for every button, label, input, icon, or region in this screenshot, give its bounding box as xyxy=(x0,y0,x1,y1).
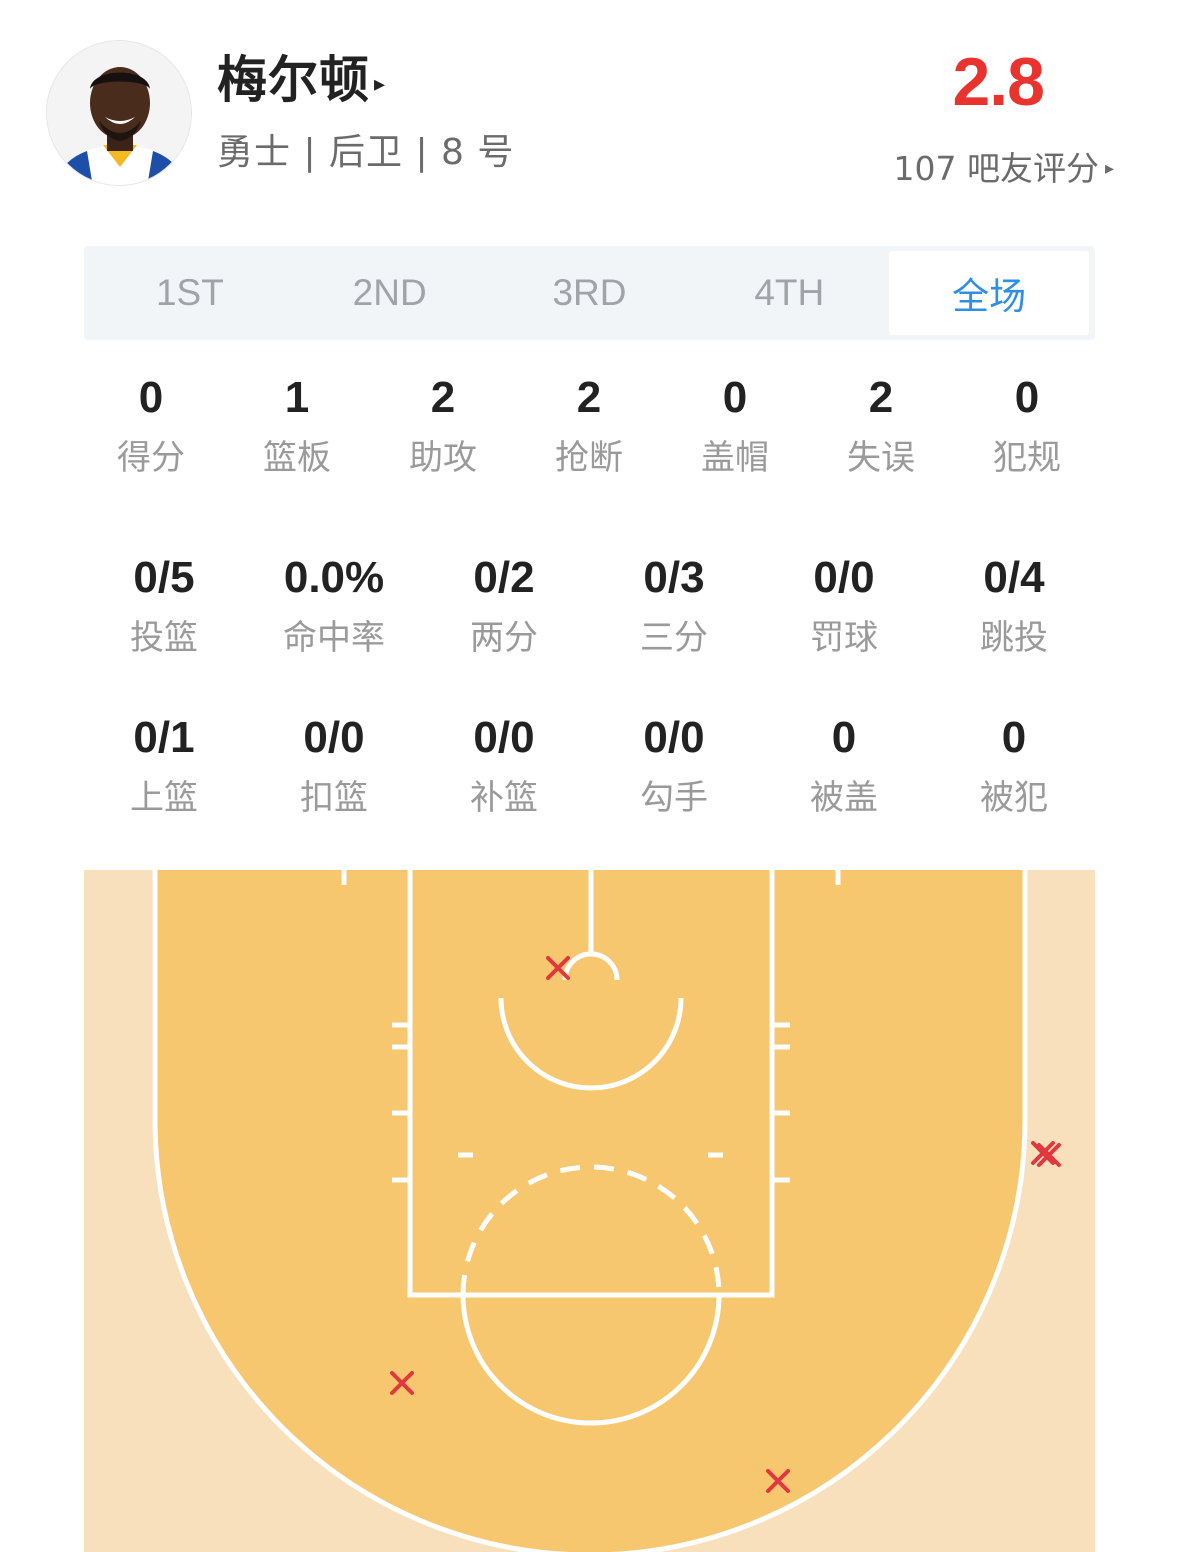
stat-value: 2 xyxy=(430,373,456,422)
triangle-right-icon: ▸ xyxy=(374,72,387,97)
stat-value: 0/3 xyxy=(643,553,705,602)
stat-label: 抢断 xyxy=(555,438,623,478)
stat-value: 1 xyxy=(284,373,310,422)
stat-dunk: 0/0 扣篮 xyxy=(249,710,419,822)
stat-label: 罚球 xyxy=(810,618,878,658)
stat-3pt: 0/3 三分 xyxy=(589,550,759,662)
shot-chart-court xyxy=(84,870,1095,1552)
triangle-right-icon: ▸ xyxy=(1104,158,1114,179)
stat-value: 0 xyxy=(1001,713,1027,762)
stat-turnovers: 2 失误 xyxy=(808,370,954,482)
stat-fg-pct: 0.0% 命中率 xyxy=(249,550,419,662)
stat-value: 0/2 xyxy=(473,553,535,602)
stat-jumpshot: 0/4 跳投 xyxy=(929,550,1099,662)
stat-label: 两分 xyxy=(470,618,538,658)
stat-label: 跳投 xyxy=(980,618,1048,658)
stat-rebounds: 1 篮板 xyxy=(224,370,370,482)
tab-full-game[interactable]: 全场 xyxy=(889,251,1089,335)
player-name-link[interactable]: 梅尔顿 ▸ xyxy=(217,48,386,117)
stat-value: 0/0 xyxy=(813,553,875,602)
player-name: 梅尔顿 xyxy=(217,51,370,109)
stat-label: 被犯 xyxy=(980,778,1048,818)
stat-label: 勾手 xyxy=(640,778,708,818)
player-meta: 勇士 | 后卫 | 8 号 xyxy=(217,132,515,173)
stat-blocked: 0 被盖 xyxy=(759,710,929,822)
stat-value: 0/0 xyxy=(473,713,535,762)
stat-assists: 2 助攻 xyxy=(370,370,516,482)
stat-label: 扣篮 xyxy=(300,778,368,818)
stat-value: 0/4 xyxy=(983,553,1045,602)
stat-value: 0 xyxy=(138,373,164,422)
stat-blocks: 0 盖帽 xyxy=(662,370,808,482)
stat-fouled: 0 被犯 xyxy=(929,710,1099,822)
stat-value: 0/0 xyxy=(643,713,705,762)
stat-value: 0/0 xyxy=(303,713,365,762)
stat-value: 0/5 xyxy=(133,553,195,602)
stat-label: 盖帽 xyxy=(701,438,769,478)
stat-label: 被盖 xyxy=(810,778,878,818)
stat-label: 补篮 xyxy=(470,778,538,818)
shot-type-stats-row: 0/1 上篮 0/0 扣篮 0/0 补篮 0/0 勾手 0 被盖 0 被犯 xyxy=(79,710,1099,822)
period-tabs: 1ST 2ND 3RD 4TH 全场 xyxy=(84,246,1095,340)
stat-value: 2 xyxy=(576,373,602,422)
stat-label: 上篮 xyxy=(130,778,198,818)
tab-1st[interactable]: 1ST xyxy=(90,251,290,335)
stat-value: 0 xyxy=(722,373,748,422)
tab-2nd[interactable]: 2ND xyxy=(290,251,490,335)
stat-label: 投篮 xyxy=(130,618,198,658)
stat-fg: 0/5 投篮 xyxy=(79,550,249,662)
stat-label: 助攻 xyxy=(409,438,477,478)
stat-label: 三分 xyxy=(640,618,708,658)
stat-steals: 2 抢断 xyxy=(516,370,662,482)
rating-count-link[interactable]: 107 吧友评分 ▸ xyxy=(893,145,1114,193)
stat-layup: 0/1 上篮 xyxy=(79,710,249,822)
stat-tipin: 0/0 补篮 xyxy=(419,710,589,822)
stat-points: 0 得分 xyxy=(78,370,224,482)
stat-value: 0 xyxy=(831,713,857,762)
stat-label: 得分 xyxy=(117,438,185,478)
stat-label: 篮板 xyxy=(263,438,331,478)
stat-label: 命中率 xyxy=(283,618,385,658)
stat-value: 2 xyxy=(868,373,894,422)
shooting-stats-row: 0/5 投篮 0.0% 命中率 0/2 两分 0/3 三分 0/0 罚球 0/4 跳投 xyxy=(79,550,1099,662)
rating-score: 2.8 xyxy=(952,44,1045,120)
stat-value: 0.0% xyxy=(283,553,385,602)
main-stats-row: 0 得分 1 篮板 2 助攻 2 抢断 0 盖帽 2 失误 0 犯规 xyxy=(78,370,1101,482)
stat-ft: 0/0 罚球 xyxy=(759,550,929,662)
stat-label: 犯规 xyxy=(993,438,1061,478)
tab-4th[interactable]: 4TH xyxy=(689,251,889,335)
player-avatar[interactable] xyxy=(46,40,192,186)
stat-hook: 0/0 勾手 xyxy=(589,710,759,822)
rating-count-label: 107 吧友评分 xyxy=(893,149,1099,188)
stat-2pt: 0/2 两分 xyxy=(419,550,589,662)
stat-label: 失误 xyxy=(847,438,915,478)
tab-3rd[interactable]: 3RD xyxy=(490,251,690,335)
stat-fouls: 0 犯规 xyxy=(954,370,1100,482)
stat-value: 0/1 xyxy=(133,713,195,762)
stat-value: 0 xyxy=(1014,373,1040,422)
player-headshot-icon xyxy=(47,41,191,185)
